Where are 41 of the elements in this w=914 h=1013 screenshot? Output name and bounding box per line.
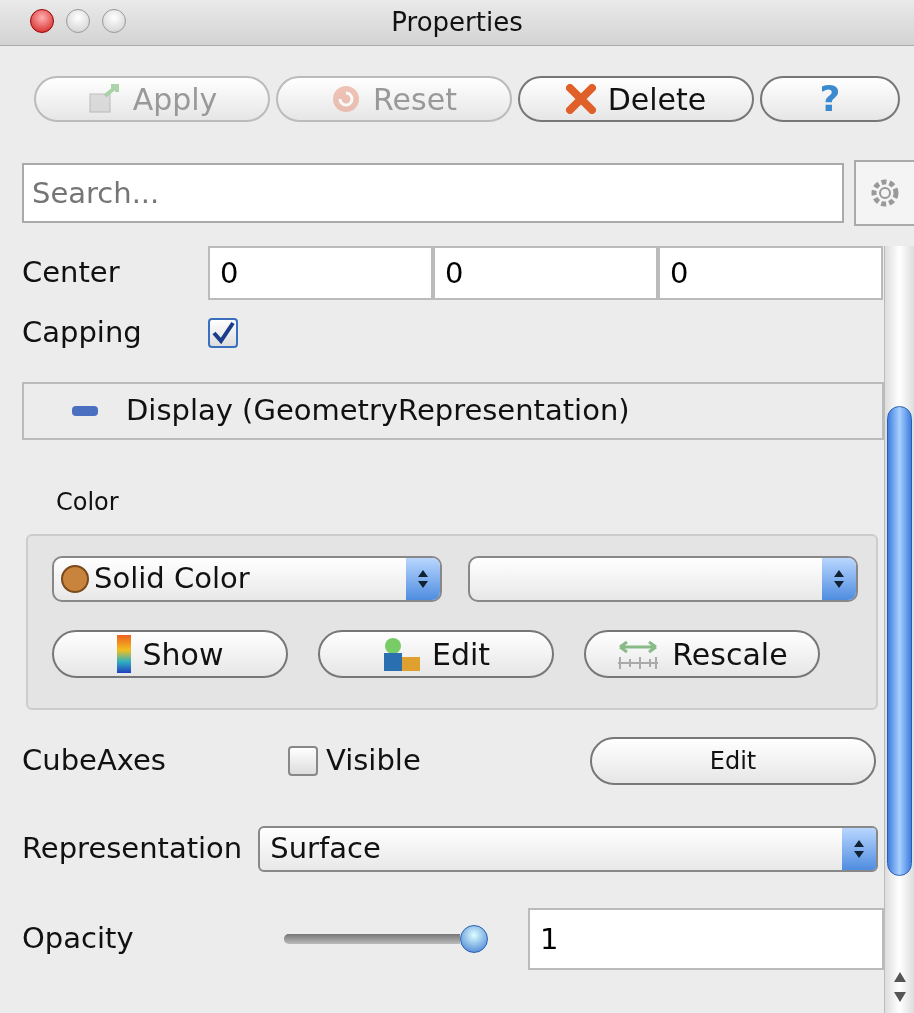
checkbox[interactable]	[288, 746, 318, 776]
show-button[interactable]: Show	[52, 630, 288, 678]
settings-button[interactable]	[854, 160, 914, 226]
window-title: Properties	[391, 6, 523, 39]
field-label: Opacity	[22, 920, 135, 958]
number-field[interactable]: 1	[528, 908, 884, 970]
field-label: Representation	[22, 830, 243, 868]
search-field[interactable]: Search...	[22, 163, 844, 223]
field-label: Center	[22, 254, 121, 292]
rescale-button[interactable]: Rescale	[584, 630, 820, 678]
edit-button[interactable]: Edit	[318, 630, 554, 678]
box-arrow-icon	[86, 84, 121, 114]
down-arrow-icon	[892, 991, 907, 1003]
section-title: Display (GeometryRepresentation)	[126, 392, 630, 430]
blocks-icon	[381, 637, 420, 671]
group-label: Color	[56, 487, 120, 518]
checkbox-label: Visible	[326, 742, 421, 780]
number-field[interactable]: 0	[208, 246, 433, 300]
window-control-button[interactable]	[30, 9, 54, 33]
field-label: CubeAxes	[22, 742, 167, 780]
color-bar-icon	[116, 635, 131, 673]
delete-button[interactable]: Delete	[518, 76, 754, 122]
number-field[interactable]: 0	[658, 246, 883, 300]
ruler-arrows-icon	[616, 639, 661, 669]
number-field[interactable]: 0	[433, 246, 658, 300]
color-mode-select[interactable]: Solid Color	[52, 556, 442, 602]
up-arrow-icon	[892, 971, 907, 983]
representation-select[interactable]: Surface	[258, 826, 878, 872]
checkbox[interactable]	[208, 318, 238, 348]
stepper-arrows-icon	[853, 838, 865, 860]
edit-button[interactable]: Edit	[590, 737, 876, 785]
x-icon	[565, 84, 596, 114]
array-select[interactable]	[468, 556, 858, 602]
minus-icon	[72, 406, 98, 416]
section-header[interactable]: Display (GeometryRepresentation)	[22, 382, 884, 440]
slider-thumb[interactable]	[460, 925, 488, 953]
scrollbar[interactable]	[884, 246, 914, 1013]
circle-swatch-icon	[60, 564, 90, 594]
field-label: Capping	[22, 314, 143, 352]
stepper-arrows-icon	[833, 568, 845, 590]
stepper-arrows-icon	[417, 568, 429, 590]
